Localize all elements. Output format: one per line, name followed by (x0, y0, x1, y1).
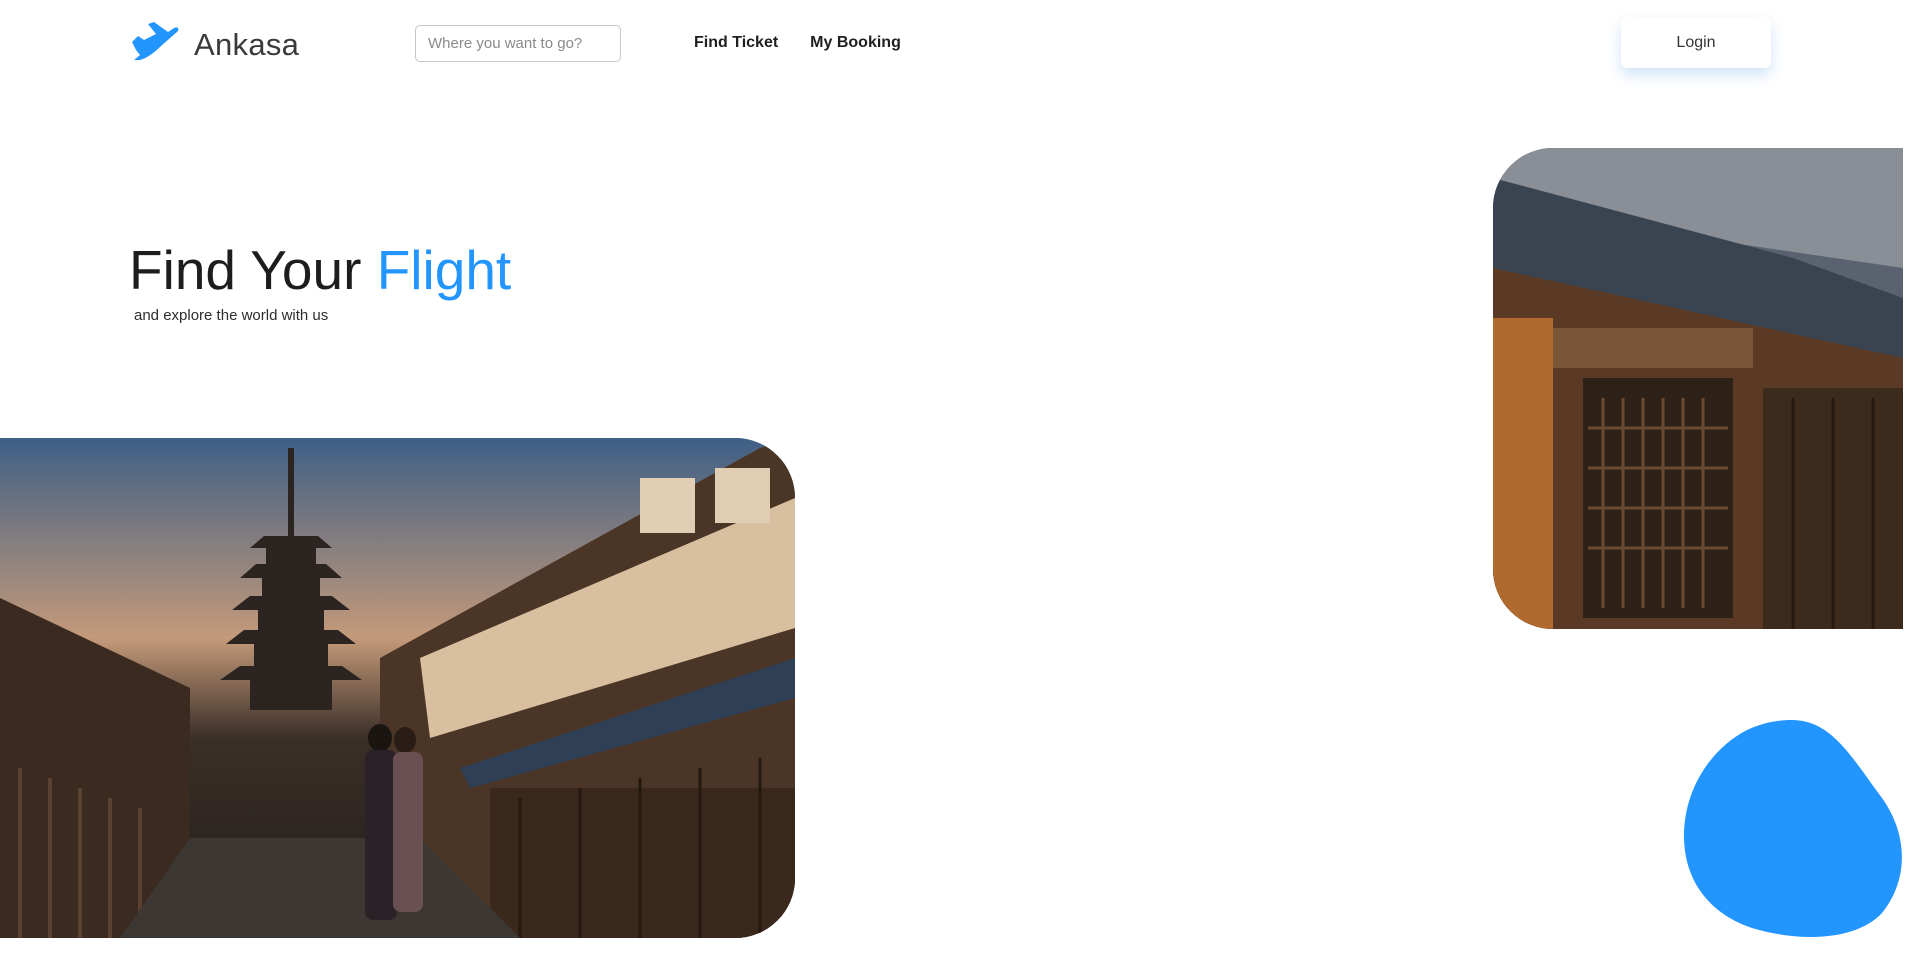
hero-image-left (0, 438, 795, 938)
hero-title: Find Your Flight (129, 240, 511, 301)
login-button[interactable]: Login (1621, 17, 1771, 68)
brand-name: Ankasa (194, 26, 300, 62)
hero-subtitle: and explore the world with us (134, 307, 329, 324)
brand[interactable]: Ankasa (130, 22, 299, 67)
nav-find-ticket[interactable]: Find Ticket (694, 34, 778, 52)
nav-my-booking[interactable]: My Booking (810, 34, 901, 52)
hero-image-right (1493, 148, 1903, 629)
search-input[interactable] (415, 25, 621, 62)
plane-icon (130, 22, 180, 67)
hero-title-main: Find Your (129, 239, 377, 301)
main-nav: Find Ticket My Booking (694, 34, 901, 52)
decorative-blob (1684, 720, 1902, 937)
hero-title-accent: Flight (376, 239, 512, 301)
